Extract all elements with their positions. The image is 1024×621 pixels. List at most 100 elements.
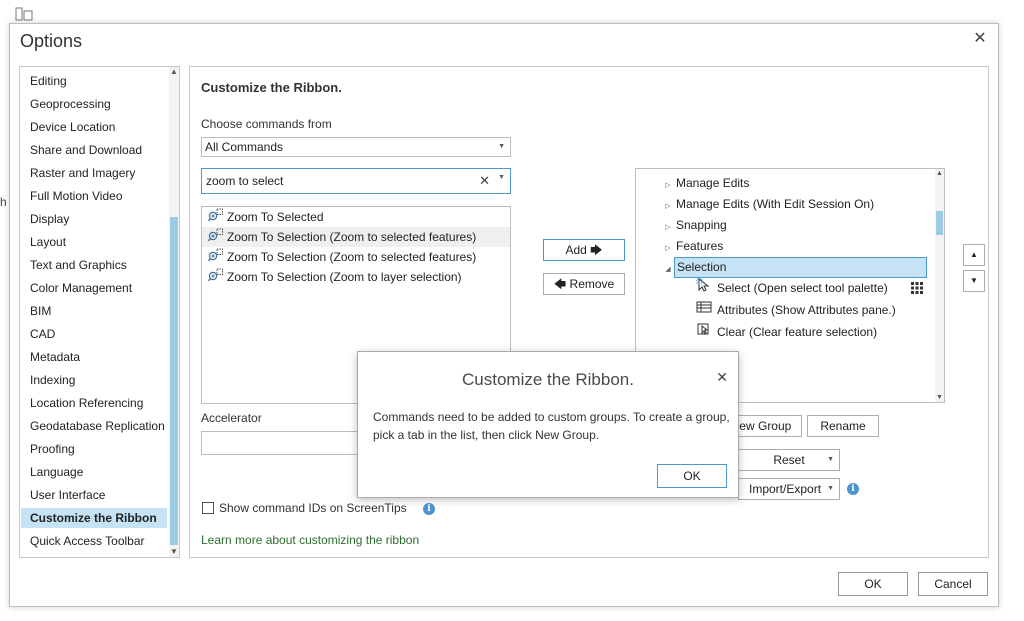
reset-label: Reset	[773, 453, 805, 467]
zoom-to-selection-icon	[207, 208, 224, 228]
ok-label: OK	[864, 577, 882, 591]
close-icon[interactable]: ✕	[716, 369, 728, 386]
scroll-up-icon[interactable]: ▲	[935, 169, 944, 178]
tree-group-item[interactable]: ◢ Selection	[662, 257, 927, 278]
tree-command-item[interactable]: Select (Open select tool palette)	[696, 278, 923, 299]
chevron-down-icon: ▼	[827, 485, 834, 492]
page-title: Customize the Ribbon.	[201, 80, 342, 95]
move-down-button[interactable]: ▼	[963, 270, 985, 292]
collapsed-arrow-icon[interactable]: ▷	[662, 196, 674, 217]
sidebar-scrollbar[interactable]: ▲ ▼	[169, 67, 179, 557]
choose-commands-label: Choose commands from	[201, 117, 332, 131]
sidebar-item-full-motion-video[interactable]: Full Motion Video	[21, 186, 167, 206]
tree-item-label: Features	[676, 239, 724, 253]
close-icon[interactable]: ✕	[971, 30, 989, 48]
sidebar-item-language[interactable]: Language	[21, 462, 167, 482]
choose-commands-value: All Commands	[205, 140, 284, 154]
sidebar-item-bim[interactable]: BIM	[21, 301, 167, 321]
sidebar-item-layout[interactable]: Layout	[21, 232, 167, 252]
zoom-to-selection-icon	[207, 228, 224, 248]
sidebar-item-editing[interactable]: Editing	[21, 71, 167, 91]
sidebar-item-geodatabase-replication[interactable]: Geodatabase Replication	[21, 416, 167, 436]
scroll-down-icon[interactable]: ▼	[935, 393, 944, 402]
tree-group-item[interactable]: ▷ Snapping	[662, 215, 727, 238]
message-ok-button[interactable]: OK	[657, 464, 727, 488]
sidebar-item-location-referencing[interactable]: Location Referencing	[21, 393, 167, 413]
cancel-label: Cancel	[934, 577, 972, 591]
arrow-up-icon: ▲	[970, 250, 978, 259]
sidebar-item-display[interactable]: Display	[21, 209, 167, 229]
scroll-down-icon[interactable]: ▼	[169, 547, 179, 557]
tree-group-item[interactable]: ▷ Manage Edits (With Edit Session On)	[662, 194, 874, 215]
tree-item-label: Manage Edits (With Edit Session On)	[676, 197, 875, 211]
remove-button[interactable]: 🡄 Remove	[543, 273, 625, 295]
show-command-ids-checkbox[interactable]	[202, 502, 214, 514]
sidebar-item-color-management[interactable]: Color Management	[21, 278, 167, 298]
sidebar-item-proofing[interactable]: Proofing	[21, 439, 167, 459]
command-label: Zoom To Selection (Zoom to layer selecti…	[227, 270, 462, 284]
message-ok-label: OK	[683, 469, 701, 483]
ok-button[interactable]: OK	[838, 572, 908, 596]
reset-dropdown-button[interactable]: Reset ▼	[738, 449, 840, 471]
tree-item-label: Manage Edits	[676, 176, 750, 190]
accelerator-input[interactable]	[201, 431, 371, 455]
choose-commands-dropdown[interactable]: All Commands ▼	[201, 137, 511, 157]
chevron-down-icon: ▼	[827, 456, 834, 463]
attributes-table-icon	[696, 300, 712, 321]
message-dialog: Customize the Ribbon. ✕ Commands need to…	[357, 351, 739, 498]
background-fragment: h	[0, 195, 7, 209]
command-search-input[interactable]: zoom to select ✕ ▼	[201, 168, 511, 194]
command-label: Zoom To Selection (Zoom to selected feat…	[227, 230, 477, 244]
expanded-arrow-icon[interactable]: ◢	[662, 259, 674, 280]
sidebar-item-cad[interactable]: CAD	[21, 324, 167, 344]
grid-palette-icon[interactable]	[910, 281, 924, 302]
message-dialog-title: Customize the Ribbon.	[462, 370, 634, 389]
zoom-to-selection-icon	[207, 268, 224, 288]
collapsed-arrow-icon[interactable]: ▷	[662, 175, 674, 196]
search-value: zoom to select	[206, 174, 284, 188]
tree-scrollbar[interactable]: ▲ ▼	[935, 169, 944, 402]
rename-label: Rename	[820, 419, 866, 433]
sidebar-item-indexing[interactable]: Indexing	[21, 370, 167, 390]
learn-more-link[interactable]: Learn more about customizing the ribbon	[201, 533, 419, 547]
sidebar-item-user-interface[interactable]: User Interface	[21, 485, 167, 505]
arrow-left-icon: 🡄	[553, 277, 567, 291]
command-list-item[interactable]: Zoom To Selection (Zoom to selected feat…	[202, 247, 510, 267]
import-export-dropdown-button[interactable]: Import/Export ▼	[738, 478, 840, 500]
chevron-down-icon[interactable]: ▼	[498, 169, 505, 187]
scrollbar-thumb[interactable]	[936, 211, 943, 235]
command-list-item[interactable]: Zoom To Selected	[202, 207, 510, 227]
cancel-button[interactable]: Cancel	[918, 572, 988, 596]
sidebar-item-text-and-graphics[interactable]: Text and Graphics	[21, 255, 167, 275]
scrollbar-thumb[interactable]	[170, 217, 178, 545]
sidebar-item-quick-access-toolbar[interactable]: Quick Access Toolbar	[21, 531, 167, 551]
tree-item-label: Snapping	[676, 218, 727, 232]
collapsed-arrow-icon[interactable]: ▷	[662, 238, 674, 259]
info-icon[interactable]: i	[847, 483, 859, 495]
options-dialog: Options ✕ ▲ ▼ Editing Geoprocessing Device…	[9, 23, 999, 607]
collapsed-arrow-icon[interactable]: ▷	[662, 217, 674, 238]
move-up-button[interactable]: ▲	[963, 244, 985, 266]
sidebar-item-share-and-download[interactable]: Share and Download	[21, 140, 167, 160]
sidebar-item-raster-and-imagery[interactable]: Raster and Imagery	[21, 163, 167, 183]
tree-group-item[interactable]: ▷ Features	[662, 236, 723, 257]
sidebar-item-metadata[interactable]: Metadata	[21, 347, 167, 367]
tree-group-item[interactable]: ▷ Manage Edits	[662, 173, 749, 194]
info-icon[interactable]: i	[423, 503, 435, 515]
import-export-label: Import/Export	[749, 482, 822, 496]
scroll-up-icon[interactable]: ▲	[169, 67, 179, 77]
command-list-item[interactable]: Zoom To Selection (Zoom to selected feat…	[202, 227, 510, 247]
tree-command-item[interactable]: Attributes (Show Attributes pane.)	[696, 300, 896, 321]
clear-search-icon[interactable]: ✕	[479, 169, 490, 193]
command-list-item[interactable]: Zoom To Selection (Zoom to layer selecti…	[202, 267, 510, 287]
new-group-label: New Group	[730, 419, 792, 433]
select-tool-icon	[696, 278, 712, 299]
command-label: Zoom To Selection (Zoom to selected feat…	[227, 250, 477, 264]
tree-item-label: Clear (Clear feature selection)	[717, 325, 878, 339]
add-button[interactable]: Add 🡆	[543, 239, 625, 261]
tree-command-item[interactable]: Clear (Clear feature selection)	[696, 322, 877, 343]
sidebar-item-geoprocessing[interactable]: Geoprocessing	[21, 94, 167, 114]
sidebar-item-customize-the-ribbon[interactable]: Customize the Ribbon	[21, 508, 167, 528]
rename-button[interactable]: Rename	[807, 415, 879, 437]
sidebar-item-device-location[interactable]: Device Location	[21, 117, 167, 137]
